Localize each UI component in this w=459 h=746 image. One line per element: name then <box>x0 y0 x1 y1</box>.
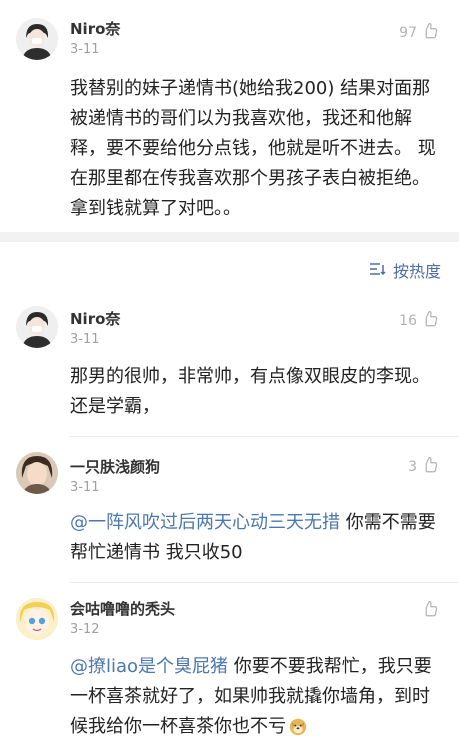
comment-body: 那男的很帅，非常帅，有点像双眼皮的李现。还是学霸， <box>70 366 430 417</box>
thumbs-up-icon <box>421 600 439 622</box>
thumbs-up-icon <box>421 310 439 332</box>
sort-label: 按热度 <box>392 262 441 281</box>
like-button[interactable]: 3 <box>408 456 439 478</box>
sort-toggle[interactable]: 按热度 <box>369 258 441 282</box>
like-count: 3 <box>408 459 417 475</box>
comment-text: 那男的很帅，非常帅，有点像双眼皮的李现。还是学霸， <box>70 362 445 422</box>
like-button[interactable]: 97 <box>399 22 439 44</box>
like-button[interactable] <box>417 600 439 622</box>
thumbs-up-icon <box>421 456 439 478</box>
sort-icon <box>369 261 387 280</box>
comment-date: 3-11 <box>70 480 100 495</box>
avatar[interactable] <box>16 452 58 494</box>
avatar[interactable] <box>16 598 58 640</box>
like-count: 16 <box>399 313 417 329</box>
comment-date: 3-12 <box>70 622 100 637</box>
comment-date: 3-11 <box>70 332 100 347</box>
mention-link[interactable]: @一阵风吹过后两天心动三天无措 <box>70 512 340 533</box>
row-separator <box>70 582 459 583</box>
like-count: 97 <box>399 25 417 41</box>
thumbs-up-icon <box>421 22 439 44</box>
comment-body: 我替别的妹子递情书(她给我200) 结果对面那被递情书的哥们以为我喜欢他，我还和… <box>70 78 436 219</box>
like-button[interactable]: 16 <box>399 310 439 332</box>
username[interactable]: 一只肤浅颜狗 <box>70 458 160 476</box>
mention-link[interactable]: @撩liao是个臭屁猪 <box>70 656 228 677</box>
row-separator <box>70 436 459 437</box>
comment-text: @一阵风吹过后两天心动三天无措 你需不需要帮忙递情书 我只收50 <box>70 508 445 568</box>
username[interactable]: Niro奈 <box>70 310 120 328</box>
comment-date: 3-11 <box>70 42 100 57</box>
comment-text: 我替别的妹子递情书(她给我200) 结果对面那被递情书的哥们以为我喜欢他，我还和… <box>70 74 445 224</box>
username[interactable]: Niro奈 <box>70 20 120 38</box>
username[interactable]: 会咕噜噜的秃头 <box>70 600 175 618</box>
section-divider <box>0 232 459 242</box>
avatar[interactable] <box>16 18 58 60</box>
avatar[interactable] <box>16 306 58 348</box>
comment-text: @撩liao是个臭屁猪 你要不要我帮忙，我只要一杯喜茶就好了，如果帅我就撬你墙角… <box>70 652 445 746</box>
doge-emoji-icon <box>288 716 308 746</box>
